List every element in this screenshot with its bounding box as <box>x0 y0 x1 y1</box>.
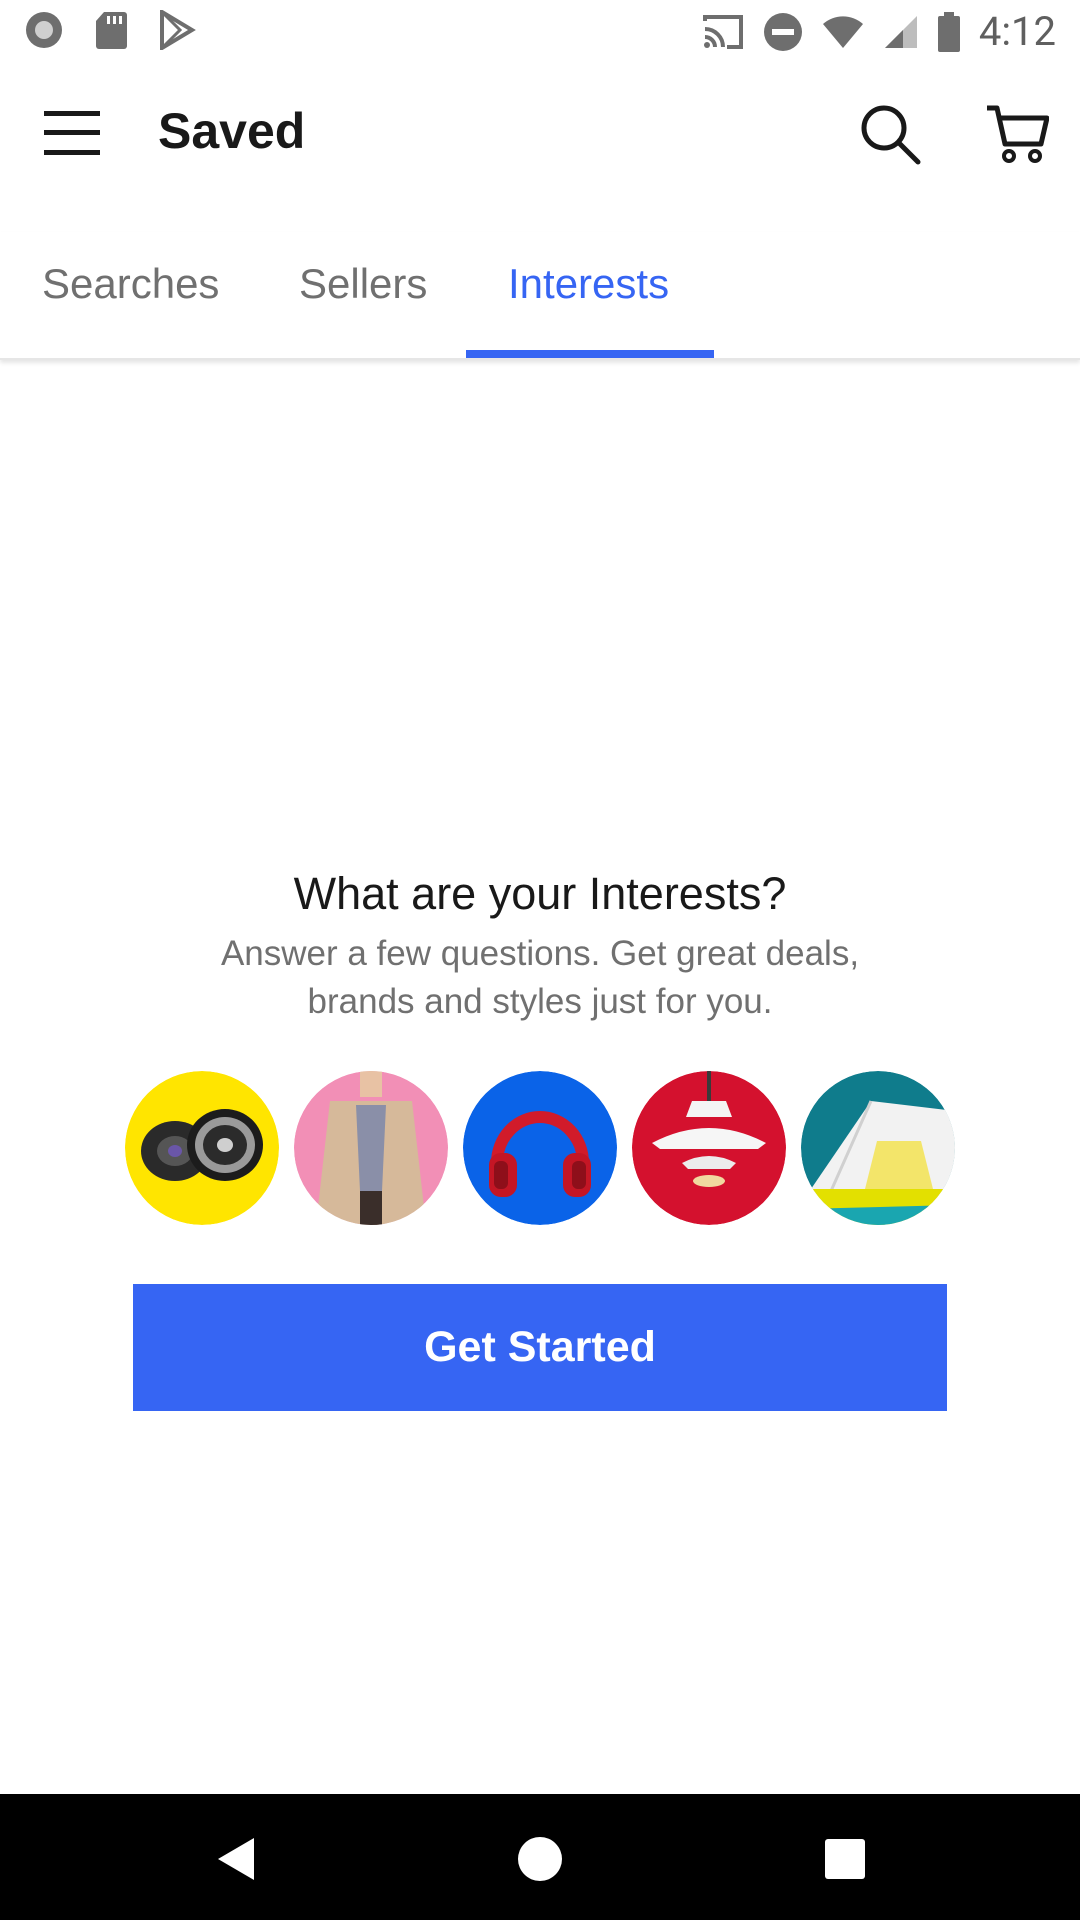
search-icon[interactable] <box>858 102 922 166</box>
wifi-icon <box>822 15 863 48</box>
interest-image-headphones <box>463 1071 617 1225</box>
hamburger-menu-icon[interactable] <box>44 108 100 158</box>
status-bar: 4:12 <box>0 0 1080 64</box>
tab-interests[interactable]: Interests <box>508 260 669 308</box>
record-icon <box>26 12 62 48</box>
interest-image-tent <box>801 1071 955 1225</box>
interest-image-lamp <box>632 1071 786 1225</box>
clock: 4:12 <box>978 8 1056 55</box>
battery-icon <box>937 11 960 52</box>
sd-card-icon <box>96 12 127 49</box>
saved-tabs: Searches Sellers Interests <box>0 232 1080 360</box>
active-tab-indicator <box>466 350 714 358</box>
signal-icon <box>884 15 917 48</box>
do-not-disturb-icon <box>763 12 802 51</box>
app-header: Saved <box>0 64 1080 204</box>
tab-sellers[interactable]: Sellers <box>299 260 427 308</box>
home-icon[interactable] <box>515 1834 565 1884</box>
page-title: Saved <box>158 103 306 159</box>
system-nav-bar <box>0 1794 1080 1920</box>
tab-searches[interactable]: Searches <box>42 260 219 308</box>
back-icon[interactable] <box>212 1834 262 1884</box>
get-started-button[interactable]: Get Started <box>133 1284 947 1411</box>
cart-icon[interactable] <box>985 102 1049 166</box>
interests-subtitle: Answer a few questions. Get great deals,… <box>220 934 860 1021</box>
interests-heading: What are your Interests? <box>293 868 787 919</box>
interest-image-speakers <box>125 1071 279 1225</box>
recents-icon[interactable] <box>820 1834 870 1884</box>
interest-image-fashion <box>294 1071 448 1225</box>
cast-icon <box>702 14 743 49</box>
play-store-icon <box>160 10 196 50</box>
interest-images <box>125 1071 955 1225</box>
